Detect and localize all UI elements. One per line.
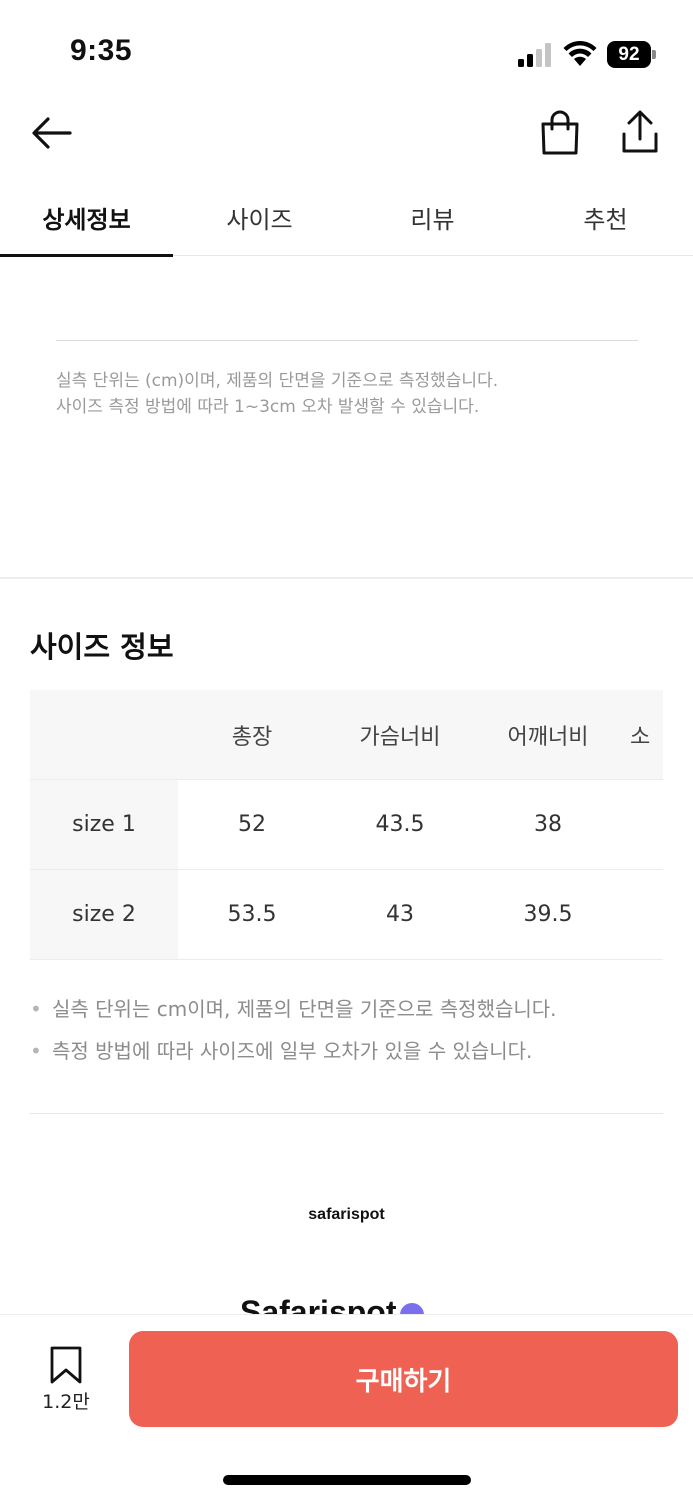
table-cell: 39.5 (523, 902, 573, 927)
tab-bar: 상세정보 사이즈 리뷰 추천 (0, 180, 693, 257)
size-notes: • 실측 단위는 cm이며, 제품의 단면을 기준으로 측정했습니다. • 측정… (30, 988, 670, 1072)
table-cell: 38 (534, 812, 562, 837)
table-header-row: 총장 가슴너비 어깨너비 소 (30, 690, 663, 780)
signal-icon (518, 43, 551, 67)
brand-name-text: Safarispot (240, 1294, 397, 1314)
wifi-icon (563, 41, 597, 66)
table-row: size 1 52 43.5 38 (30, 780, 663, 870)
table-header-cell: 어깨너비 (507, 724, 589, 750)
tab-recommend[interactable]: 추천 (519, 180, 692, 256)
bullet-icon: • (30, 997, 42, 1021)
table-cell (622, 780, 663, 869)
measurement-note-line: 실측 단위는 (cm)이며, 제품의 단면을 기준으로 측정했습니다. (56, 371, 499, 391)
shopping-bag-icon[interactable] (538, 110, 582, 156)
buy-button[interactable]: 구매하기 (129, 1331, 678, 1427)
measurement-note: 실측 단위는 (cm)이며, 제품의 단면을 기준으로 측정했습니다. 사이즈 … (56, 368, 656, 420)
table-row-label: size 1 (30, 780, 178, 869)
bookmark-icon (50, 1346, 82, 1384)
bottom-action-bar: 1.2만 구매하기 (0, 1314, 693, 1500)
brand-logo: safarispot (308, 1206, 385, 1223)
section-divider (0, 577, 693, 579)
table-cell (622, 870, 663, 959)
divider (30, 1113, 663, 1114)
measurement-note-line: 사이즈 측정 방법에 따라 1~3cm 오차 발생할 수 있습니다. (56, 397, 480, 417)
tab-detail-info[interactable]: 상세정보 (0, 180, 173, 257)
table-header-cell (30, 690, 178, 779)
verified-badge-icon (400, 1302, 425, 1314)
home-indicator[interactable] (223, 1475, 471, 1485)
brand-header[interactable]: Safarispot (0, 1288, 693, 1314)
list-item: • 실측 단위는 cm이며, 제품의 단면을 기준으로 측정했습니다. (30, 988, 670, 1030)
divider (56, 340, 638, 341)
table-cell: 43 (386, 902, 414, 927)
note-text: 실측 단위는 cm이며, 제품의 단면을 기준으로 측정했습니다. (52, 997, 557, 1021)
nav-bar (0, 100, 693, 175)
note-text: 측정 방법에 따라 사이즈에 일부 오차가 있을 수 있습니다. (52, 1039, 533, 1063)
tab-size[interactable]: 사이즈 (173, 180, 346, 256)
bookmark-count: 1.2만 (42, 1391, 90, 1413)
list-item: • 측정 방법에 따라 사이즈에 일부 오차가 있을 수 있습니다. (30, 1030, 670, 1072)
table-header-cell: 가슴너비 (359, 724, 441, 750)
battery-icon: 92 (607, 41, 656, 68)
table-cell: 52 (238, 812, 266, 837)
brand-name: Safarispot (240, 1294, 425, 1314)
status-bar: 9:35 92 (0, 0, 693, 100)
tab-reviews[interactable]: 리뷰 (346, 180, 519, 256)
table-header-cell: 총장 (231, 724, 273, 750)
table-header-cell: 소 (630, 724, 651, 750)
share-icon[interactable] (616, 108, 664, 156)
back-arrow-icon[interactable] (28, 112, 76, 154)
bookmark-button[interactable]: 1.2만 (36, 1345, 96, 1415)
table-row: size 2 53.5 43 39.5 (30, 870, 663, 960)
bullet-icon: • (30, 1039, 42, 1063)
battery-level: 92 (607, 41, 651, 68)
size-table[interactable]: 총장 가슴너비 어깨너비 소 size 1 52 43.5 38 size 2 … (30, 690, 663, 960)
status-time: 9:35 (70, 34, 133, 67)
table-row-label: size 2 (30, 870, 178, 959)
table-cell: 43.5 (375, 812, 425, 837)
size-info-title: 사이즈 정보 (30, 630, 174, 664)
table-cell: 53.5 (227, 902, 277, 927)
